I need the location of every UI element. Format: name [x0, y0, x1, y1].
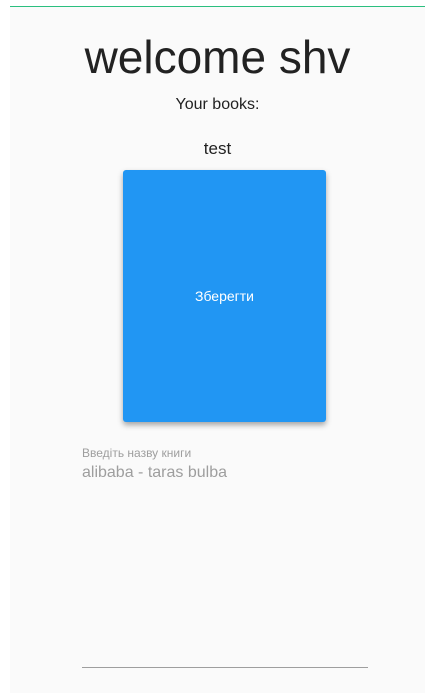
welcome-heading: welcome shv [84, 31, 351, 83]
app-screen: welcome shv Your books: test Зберегти Вв… [0, 0, 425, 693]
book-item-title[interactable]: test [10, 138, 425, 160]
input-underline[interactable] [82, 667, 368, 668]
books-label: Your books: [175, 96, 260, 113]
book-name-hint: Введіть назву книги [82, 446, 192, 460]
main-content: welcome shv Your books: test Зберегти Вв… [10, 7, 425, 693]
book-name-input[interactable] [82, 463, 368, 483]
save-button[interactable]: Зберегти [123, 170, 326, 422]
